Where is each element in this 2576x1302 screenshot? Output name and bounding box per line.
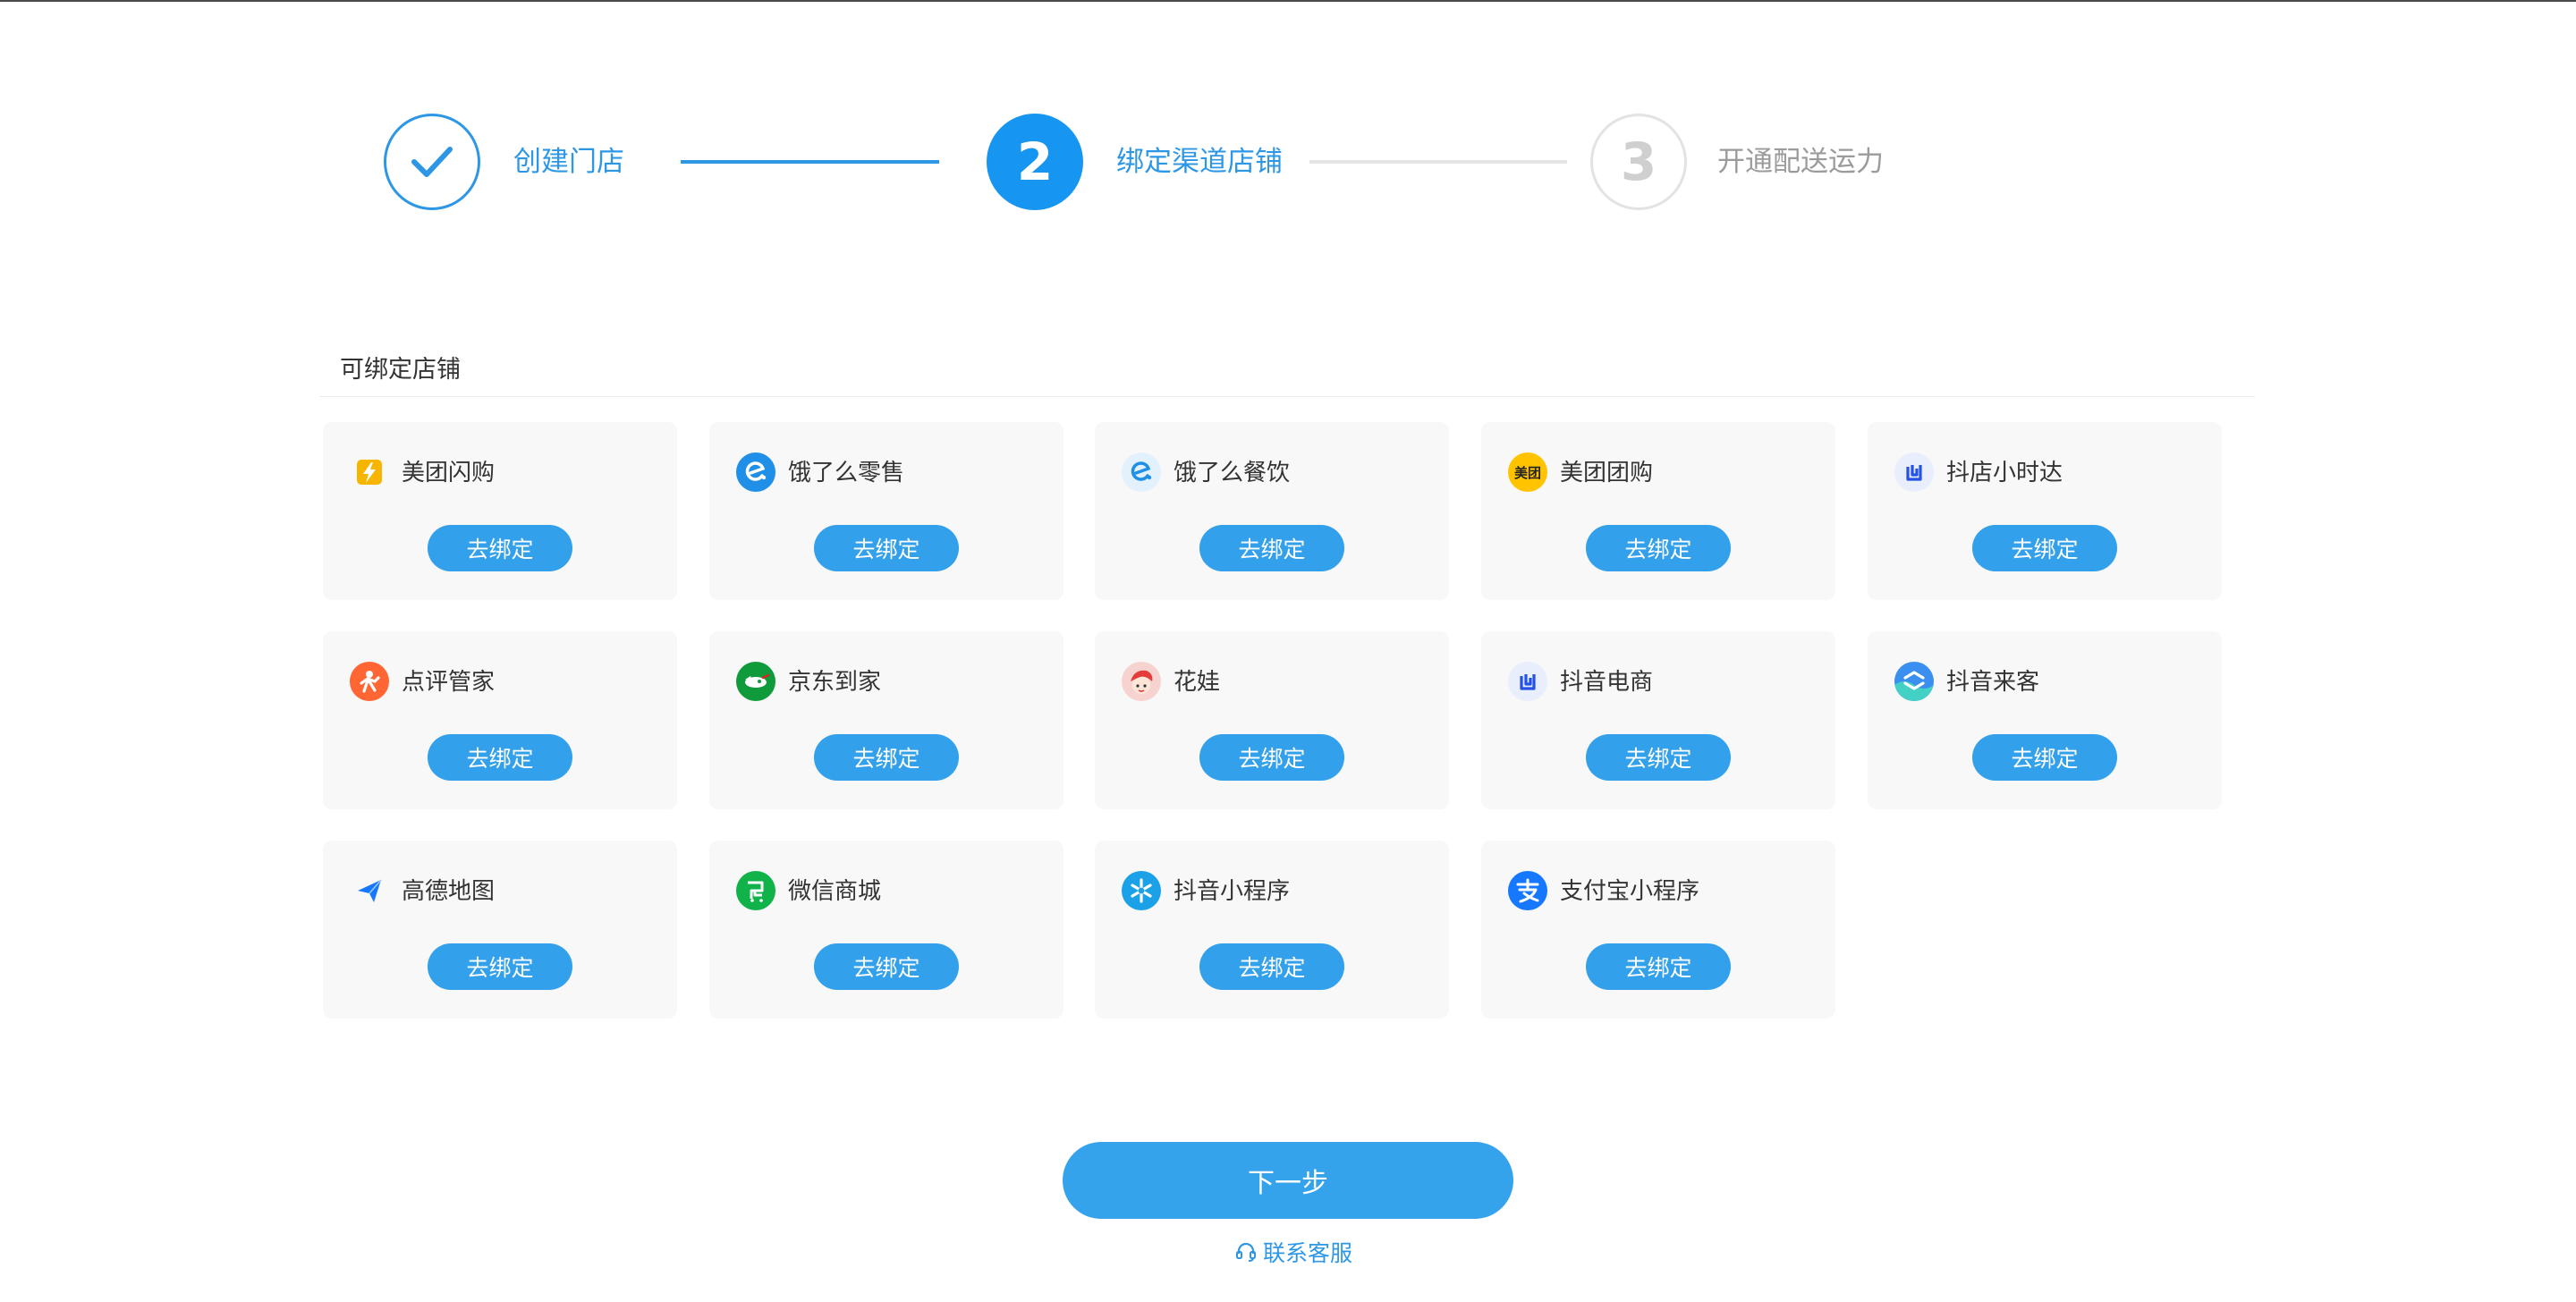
channel-card: 抖音电商 去绑定 [1481, 631, 1835, 809]
contact-support-label: 联系客服 [1263, 1241, 1353, 1266]
bind-button[interactable]: 去绑定 [814, 734, 959, 781]
step-connector-1 [681, 160, 939, 164]
channel-card: 高德地图 去绑定 [323, 841, 677, 1019]
checkmark-icon [411, 147, 453, 177]
doudian-hour-icon [1894, 452, 1934, 492]
bind-button[interactable]: 去绑定 [1586, 734, 1731, 781]
channel-name: 抖音电商 [1560, 668, 1654, 695]
channel-name: 京东到家 [788, 668, 882, 695]
step-connector-2 [1309, 160, 1567, 164]
channel-card: 美团 美团团购 去绑定 [1481, 422, 1835, 600]
step-1-label: 创建门店 [513, 146, 624, 177]
dianping-icon [350, 662, 389, 701]
channel-name: 抖音来客 [1946, 668, 2040, 695]
step-3-indicator: 3 [1590, 114, 1687, 210]
bind-button[interactable]: 去绑定 [428, 943, 572, 990]
step-2-indicator: 2 [987, 114, 1083, 210]
amap-icon [350, 871, 389, 910]
section-divider [319, 396, 2255, 397]
bind-button[interactable]: 去绑定 [1972, 734, 2117, 781]
channel-card: 花娃 去绑定 [1095, 631, 1449, 809]
eleme-retail-icon [736, 452, 775, 492]
channel-name: 高德地图 [402, 877, 496, 904]
channel-name: 美团团购 [1560, 459, 1654, 486]
douyin-miniapp-icon [1122, 871, 1161, 910]
channel-name: 抖音小程序 [1174, 877, 1291, 904]
channel-card: 美团闪购 去绑定 [323, 422, 677, 600]
channel-name: 支付宝小程序 [1560, 877, 1700, 904]
douyin-ecommerce-icon [1508, 662, 1547, 701]
channel-card: 抖音来客 去绑定 [1868, 631, 2222, 809]
bind-button[interactable]: 去绑定 [814, 943, 959, 990]
next-step-button[interactable]: 下一步 [1063, 1142, 1513, 1219]
meituan-flash-icon [350, 452, 389, 492]
wechat-mall-icon [736, 871, 775, 910]
channel-card: 饿了么零售 去绑定 [709, 422, 1063, 600]
bind-button[interactable]: 去绑定 [1199, 943, 1344, 990]
bind-button[interactable]: 去绑定 [1586, 943, 1731, 990]
channel-card: 点评管家 去绑定 [323, 631, 677, 809]
channel-name: 饿了么零售 [788, 459, 905, 486]
bind-button[interactable]: 去绑定 [428, 734, 572, 781]
step-1-indicator [384, 114, 480, 210]
bind-button[interactable]: 去绑定 [1586, 525, 1731, 571]
bind-button[interactable]: 去绑定 [1972, 525, 2117, 571]
contact-support-link[interactable]: 联系客服 [1234, 1234, 1352, 1270]
channel-name: 微信商城 [788, 877, 882, 904]
channel-card: 微信商城 去绑定 [709, 841, 1063, 1019]
douyin-laike-icon [1894, 662, 1934, 701]
channel-name: 抖店小时达 [1946, 459, 2063, 486]
eleme-dining-icon [1122, 452, 1161, 492]
step-2-label: 绑定渠道店铺 [1116, 146, 1283, 177]
channel-name: 点评管家 [402, 668, 496, 695]
bind-button[interactable]: 去绑定 [1199, 734, 1344, 781]
progress-stepper: 创建门店 2 绑定渠道店铺 3 开通配送运力 [0, 0, 2576, 268]
channel-card: 京东到家 去绑定 [709, 631, 1063, 809]
channel-card: 抖音小程序 去绑定 [1095, 841, 1449, 1019]
alipay-miniapp-icon [1508, 871, 1547, 910]
meituan-groupbuy-icon-text: 美团 [1513, 465, 1541, 481]
bind-button[interactable]: 去绑定 [814, 525, 959, 571]
meituan-groupbuy-icon: 美团 [1508, 452, 1547, 492]
channel-card: 饿了么餐饮 去绑定 [1095, 422, 1449, 600]
section-title: 可绑定店铺 [340, 356, 461, 383]
channel-name: 美团闪购 [402, 459, 496, 486]
channel-name: 饿了么餐饮 [1174, 459, 1291, 486]
channel-card: 抖店小时达 去绑定 [1868, 422, 2222, 600]
step-3-label: 开通配送运力 [1717, 146, 1884, 177]
channel-name: 花娃 [1174, 668, 1221, 695]
huawa-icon [1122, 662, 1161, 701]
channel-card: 支付宝小程序 去绑定 [1481, 841, 1835, 1019]
bind-button[interactable]: 去绑定 [1199, 525, 1344, 571]
bind-button[interactable]: 去绑定 [428, 525, 572, 571]
jd-daojia-icon [736, 662, 775, 701]
headset-icon [1236, 1242, 1256, 1262]
